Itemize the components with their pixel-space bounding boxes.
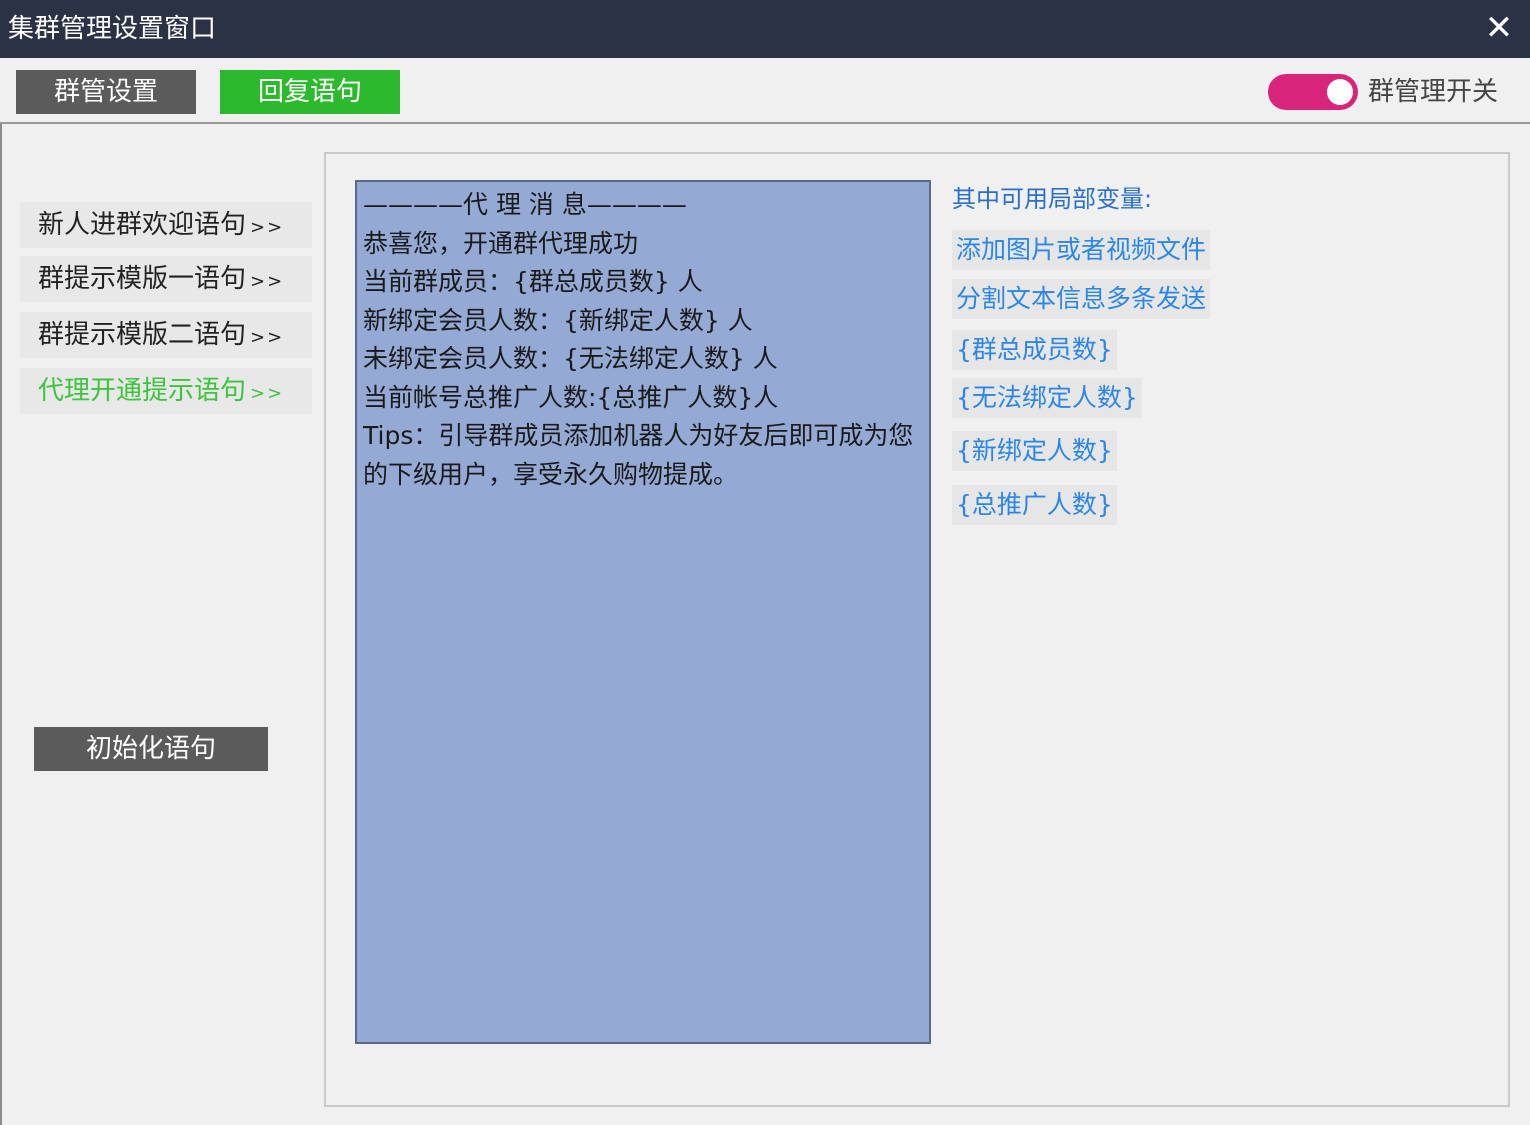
editor-line: 当前群成员：{群总成员数} 人 [363, 267, 703, 296]
var-new-bound-link[interactable]: {新绑定人数} [952, 431, 1117, 471]
sidebar-item-welcome[interactable]: 新人进群欢迎语句 >> [20, 202, 312, 248]
var-unbindable-link[interactable]: {无法绑定人数} [952, 378, 1142, 418]
editor-line: ————代 理 消 息———— [363, 190, 687, 219]
editor-line: 恭喜您，开通群代理成功 [363, 228, 639, 258]
group-management-toggle[interactable] [1268, 74, 1358, 110]
toggle-label: 群管理开关 [1368, 77, 1499, 107]
editor-line: 新绑定会员人数：{新绑定人数} 人 [363, 305, 753, 335]
var-total-promoted-link[interactable]: {总推广人数} [952, 485, 1117, 525]
message-editor[interactable]: ————代 理 消 息———— 恭喜您，开通群代理成功 当前群成员：{群总成员数… [355, 180, 931, 1044]
editor-line: Tips：引导群成员添加机器人为好友后即可成为您的下级用户，享受永久购物提成。 [363, 421, 914, 489]
sidebar-item-template-two[interactable]: 群提示模版二语句 >> [20, 312, 312, 358]
editor-line: 当前帐号总推广人数:{总推广人数}人 [363, 382, 779, 412]
sidebar-item-agent-activation[interactable]: 代理开通提示语句 >> [20, 368, 312, 414]
tab-reply-statements[interactable]: 回复语句 [220, 70, 400, 114]
split-message-link[interactable]: 分割文本信息多条发送 [952, 279, 1211, 319]
title-bar: 集群管理设置窗口 ✕ [0, 0, 1530, 58]
var-total-members-link[interactable]: {群总成员数} [952, 330, 1117, 370]
sidebar-item-label: 新人进群欢迎语句 [38, 210, 247, 240]
chevron-right-icon: >> [250, 327, 285, 348]
variables-heading: 其中可用局部变量: [952, 185, 1153, 213]
window-title: 集群管理设置窗口 [8, 14, 217, 44]
sidebar-item-label: 群提示模版一语句 [38, 264, 247, 294]
tab-group-settings[interactable]: 群管设置 [16, 70, 196, 114]
chevron-right-icon: >> [250, 217, 285, 238]
divider [0, 124, 2, 1125]
toggle-knob [1327, 79, 1353, 105]
sidebar-item-label: 代理开通提示语句 [38, 376, 247, 406]
init-statements-button[interactable]: 初始化语句 [34, 727, 268, 771]
settings-window: 集群管理设置窗口 ✕ 群管设置 回复语句 群管理开关 新人进群欢迎语句 >> 群提… [0, 0, 1530, 1125]
chevron-right-icon: >> [250, 383, 285, 404]
toolbar: 群管设置 回复语句 群管理开关 [0, 58, 1530, 124]
editor-line: 未绑定会员人数：{无法绑定人数} 人 [363, 344, 778, 373]
close-icon[interactable]: ✕ [1482, 10, 1516, 46]
sidebar-item-template-one[interactable]: 群提示模版一语句 >> [20, 256, 312, 302]
add-media-link[interactable]: 添加图片或者视频文件 [952, 230, 1211, 270]
chevron-right-icon: >> [250, 271, 285, 292]
sidebar-item-label: 群提示模版二语句 [38, 320, 247, 350]
